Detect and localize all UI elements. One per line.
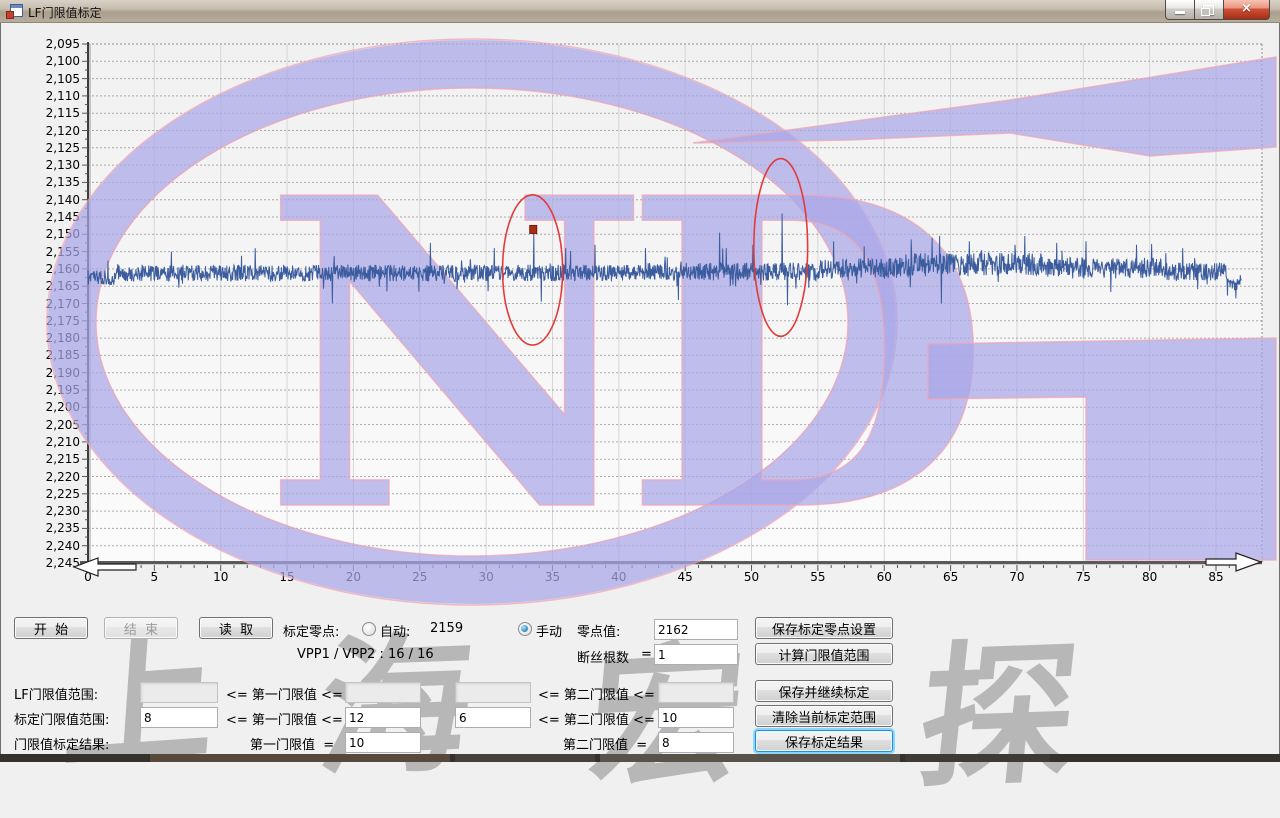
minimize-icon bbox=[1175, 11, 1185, 14]
vpp-label: VPP1 / VPP2 : 16 / 16 bbox=[297, 647, 434, 662]
threshold2-text-row4: <= 第二门限值 <= bbox=[538, 709, 655, 728]
save-continue-button[interactable]: 保存并继续标定 bbox=[755, 680, 893, 702]
auto-label: 自动: bbox=[380, 621, 410, 640]
calib-low2-input[interactable] bbox=[455, 707, 531, 728]
broken-wire-input[interactable] bbox=[654, 644, 738, 665]
threshold2-text-row3: <= 第二门限值 <= bbox=[538, 684, 655, 703]
selected-point-marker bbox=[530, 225, 537, 233]
restore-icon bbox=[1203, 5, 1214, 15]
lf-high1-field bbox=[345, 682, 421, 703]
result1-input[interactable] bbox=[345, 732, 421, 753]
signal-chart bbox=[0, 0, 1280, 600]
pan-right-arrow[interactable] bbox=[1206, 553, 1261, 571]
clear-current-range-button[interactable]: 清除当前标定范围 bbox=[755, 705, 893, 727]
minimize-button[interactable] bbox=[1165, 0, 1195, 20]
auto-zero-value: 2159 bbox=[430, 621, 463, 636]
window-title: LF门限值标定 bbox=[28, 4, 102, 21]
calc-threshold-range-button[interactable]: 计算门限值范围 bbox=[755, 643, 893, 665]
threshold1-text-row4: <= 第一门限值 <= bbox=[226, 709, 343, 728]
lf-low2-field bbox=[455, 682, 531, 703]
pan-left-arrow[interactable] bbox=[74, 558, 136, 576]
stamp-character: 探 bbox=[910, 587, 1089, 817]
taskbar-segment bbox=[455, 754, 595, 762]
titlebar: LF门限值标定 × bbox=[0, 0, 1280, 23]
start-button[interactable]: 开 始 bbox=[14, 617, 88, 639]
maximize-button[interactable] bbox=[1195, 0, 1224, 20]
save-zero-settings-button[interactable]: 保存标定零点设置 bbox=[755, 617, 893, 639]
broken-wire-label: 断丝根数 bbox=[577, 647, 629, 666]
app-icon bbox=[6, 4, 22, 18]
lf-high2-field bbox=[658, 682, 734, 703]
result1-label: 第一门限值 = bbox=[250, 734, 334, 753]
lf-range-label: LF门限值范围: bbox=[14, 684, 98, 703]
calib-high1-input[interactable] bbox=[345, 707, 421, 728]
auto-radio[interactable] bbox=[362, 622, 376, 636]
red-dot-icon bbox=[6, 11, 14, 19]
app-window: { "window": { "title": "LF门限值标定" }, "ico… bbox=[0, 0, 1280, 762]
zero-value-input[interactable] bbox=[654, 619, 738, 640]
broken-wire-equals: = bbox=[641, 647, 652, 662]
calib-high2-input[interactable] bbox=[658, 707, 734, 728]
result2-label: 第二门限值 = bbox=[563, 734, 647, 753]
taskbar-segment bbox=[150, 754, 450, 762]
lf-low1-field bbox=[140, 682, 218, 703]
manual-radio[interactable] bbox=[518, 622, 532, 636]
result2-input[interactable] bbox=[658, 732, 734, 753]
window-controls: × bbox=[1165, 0, 1270, 19]
close-icon: × bbox=[1224, 1, 1269, 16]
read-button[interactable]: 读 取 bbox=[199, 617, 273, 639]
zero-value-label: 零点值: bbox=[577, 621, 620, 640]
stop-button: 结 束 bbox=[104, 617, 178, 639]
taskbar-segment bbox=[905, 754, 1050, 762]
calib-range-label: 标定门限值范围: bbox=[14, 709, 109, 728]
signal-trace bbox=[88, 214, 1241, 306]
taskbar-strip bbox=[0, 754, 1280, 762]
zero-point-label: 标定零点: bbox=[283, 621, 339, 640]
save-result-button[interactable]: 保存标定结果 bbox=[755, 730, 893, 752]
threshold1-text-row3: <= 第一门限值 <= bbox=[226, 684, 343, 703]
highlight-ellipse-2 bbox=[754, 159, 808, 337]
calib-low1-input[interactable] bbox=[140, 707, 218, 728]
close-button[interactable]: × bbox=[1224, 0, 1270, 20]
taskbar-segment bbox=[600, 754, 900, 762]
result-label: 门限值标定结果: bbox=[14, 734, 109, 753]
manual-label: 手动 bbox=[536, 621, 562, 640]
